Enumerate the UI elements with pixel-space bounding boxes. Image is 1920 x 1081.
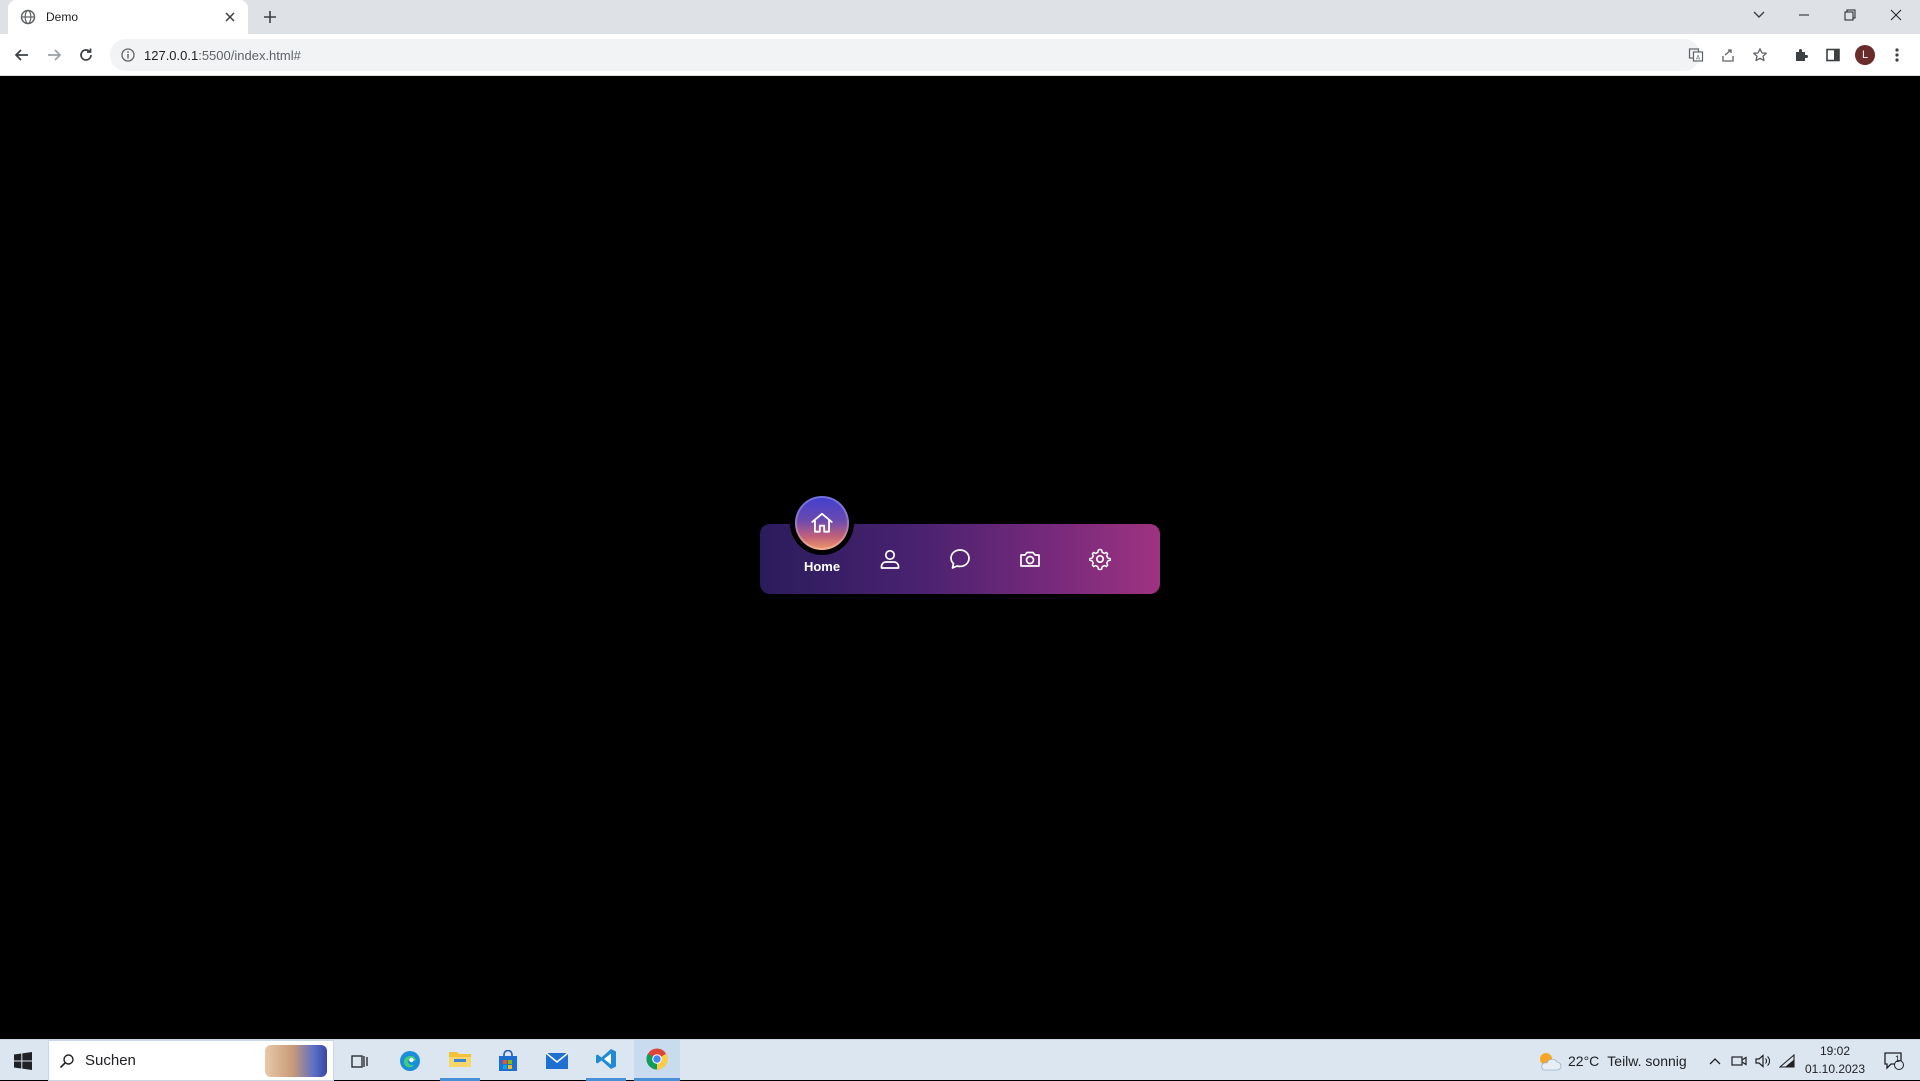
notification-center-button[interactable]: 1 — [1874, 1040, 1914, 1081]
chat-icon — [950, 549, 970, 569]
url-text: 127.0.0.1:5500/index.html# — [144, 48, 301, 63]
browser-toolbar: 127.0.0.1:5500/index.html# A L — [0, 34, 1920, 76]
reload-button[interactable] — [72, 41, 100, 69]
profile-avatar[interactable]: L — [1851, 41, 1879, 69]
taskbar-chrome[interactable] — [634, 1040, 680, 1081]
partly-sunny-icon — [1540, 1052, 1562, 1070]
nav-item-camera[interactable] — [995, 524, 1065, 594]
camera-icon — [1020, 551, 1040, 567]
browser-tab[interactable]: Demo — [8, 0, 248, 34]
user-icon — [880, 549, 900, 569]
url-host: 127.0.0.1 — [144, 47, 199, 63]
mail-icon — [545, 1051, 569, 1069]
notification-count: 1 — [1895, 1054, 1901, 1064]
folder-icon — [449, 1052, 471, 1067]
weather-desc: Teilw. sonnig — [1607, 1052, 1687, 1069]
tab-title: Demo — [46, 10, 79, 24]
vscode-icon — [596, 1049, 616, 1069]
bottom-navigation: Home — [760, 491, 1160, 594]
globe-icon — [20, 9, 36, 25]
chrome-menu-icon[interactable] — [1883, 41, 1911, 69]
taskbar-file-explorer[interactable] — [440, 1040, 480, 1081]
tab-search-icon[interactable] — [1736, 0, 1782, 30]
chevron-up-icon — [1709, 1057, 1721, 1064]
new-tab-button[interactable] — [258, 5, 282, 29]
windows-logo-icon — [14, 1051, 32, 1070]
notification-icon — [1884, 1051, 1904, 1070]
address-bar[interactable]: 127.0.0.1:5500/index.html# A — [110, 39, 1767, 71]
active-indicator — [795, 496, 849, 550]
forward-button[interactable] — [40, 41, 68, 69]
taskbar-store[interactable] — [488, 1040, 528, 1081]
clock-date: 01.10.2023 — [1804, 1062, 1866, 1076]
tab-strip: Demo — [0, 0, 1920, 34]
page-viewport: Home — [0, 77, 1920, 1039]
close-window-icon[interactable] — [1873, 0, 1919, 30]
share-icon[interactable] — [1714, 39, 1742, 71]
meet-now-icon[interactable] — [1728, 1040, 1750, 1081]
nav-item-home[interactable] — [790, 491, 854, 555]
arrow-left-icon — [14, 49, 28, 61]
nav-item-profile[interactable] — [855, 524, 925, 594]
nav-item-settings[interactable] — [1065, 524, 1135, 594]
clock-time: 19:02 — [1819, 1044, 1851, 1058]
nav-item-messages[interactable] — [925, 524, 995, 594]
wifi-icon[interactable] — [1776, 1040, 1798, 1081]
show-hidden-icons-button[interactable] — [1704, 1040, 1726, 1081]
edge-icon — [400, 1050, 420, 1071]
chrome-icon — [646, 1048, 668, 1070]
taskbar-edge[interactable] — [390, 1040, 430, 1081]
minimize-icon[interactable] — [1781, 0, 1827, 30]
side-panel-icon[interactable] — [1819, 41, 1847, 69]
extensions-icon[interactable] — [1787, 41, 1815, 69]
taskbar-clock[interactable]: 19:02 01.10.2023 — [1800, 1042, 1870, 1078]
weather-widget[interactable]: 22°C Teilw. sonnig — [1536, 1040, 1696, 1081]
bookmark-star-icon[interactable] — [1746, 39, 1774, 71]
restore-icon[interactable] — [1827, 0, 1873, 30]
home-icon — [811, 512, 833, 533]
translate-icon[interactable]: A — [1682, 39, 1710, 71]
taskbar-search[interactable]: Suchen — [48, 1040, 334, 1081]
reload-icon — [80, 48, 92, 61]
task-view-icon — [351, 1054, 368, 1068]
profile-initial: L — [1855, 45, 1875, 65]
arrow-right-icon — [48, 49, 62, 61]
search-highlight-image — [265, 1045, 327, 1077]
windows-taskbar: Suchen 22°C Teilw. sonnig 19:02 01.10.20… — [0, 1039, 1920, 1081]
nav-label-home: Home — [803, 559, 841, 574]
weather-temp: 22°C — [1568, 1052, 1600, 1069]
close-tab-icon[interactable] — [222, 9, 238, 25]
taskbar-vscode[interactable] — [586, 1040, 626, 1081]
task-view-button[interactable] — [340, 1040, 380, 1081]
search-icon — [59, 1053, 74, 1068]
url-path: :5500/index.html# — [198, 47, 301, 63]
volume-icon[interactable] — [1752, 1040, 1774, 1081]
search-placeholder: Suchen — [85, 1052, 136, 1069]
start-button[interactable] — [0, 1040, 46, 1081]
back-button[interactable] — [8, 41, 36, 69]
settings-icon — [1089, 548, 1111, 571]
store-icon — [499, 1049, 517, 1071]
taskbar-mail[interactable] — [537, 1040, 577, 1081]
info-icon[interactable] — [120, 47, 136, 63]
